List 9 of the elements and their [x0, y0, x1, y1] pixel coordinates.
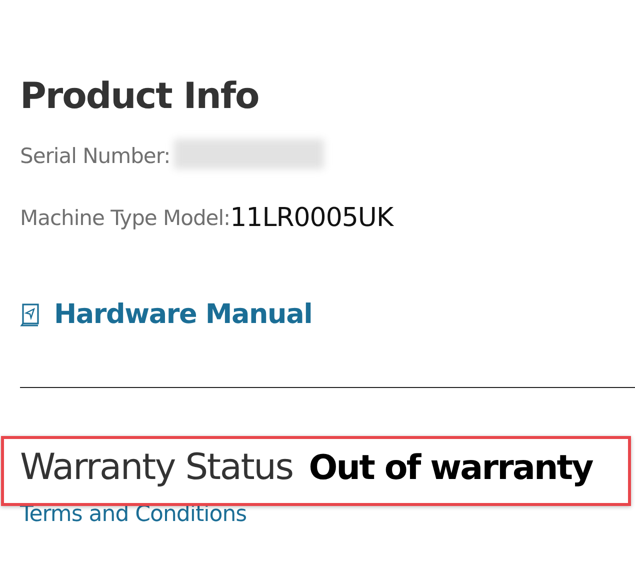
book-icon — [20, 302, 40, 326]
warranty-label: Warranty Status — [20, 447, 293, 488]
manual-link[interactable]: Hardware Manual — [20, 299, 635, 330]
field-label: Machine Type Model: — [20, 206, 230, 230]
warranty-status: Out of warranty — [308, 448, 592, 488]
field-value: 11LR0005UK — [230, 203, 394, 233]
field-label: Serial Number: — [20, 144, 170, 168]
section-title: Product Info — [20, 76, 260, 117]
terms-link[interactable]: Terms and Conditions — [20, 502, 247, 527]
